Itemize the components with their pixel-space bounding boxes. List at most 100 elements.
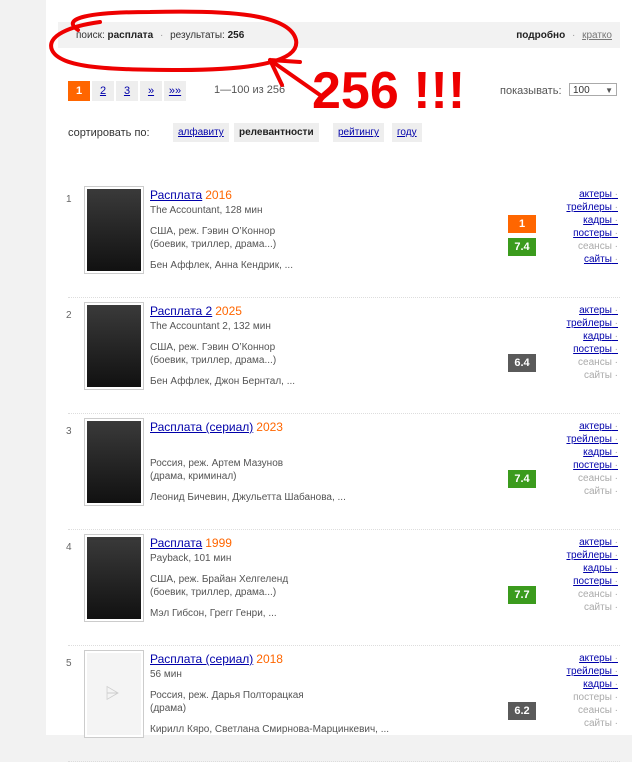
film-link-4: сеансы (566, 588, 618, 601)
film-links: актерытрейлерыкадрыпостерысеансысайты (566, 304, 618, 382)
film-original-title: The Accountant, 128 мин (150, 205, 263, 216)
film-links: актерытрейлерыкадрыпостерысеансысайты (566, 188, 618, 266)
show-count-select[interactable]: 100 ▼ (569, 83, 617, 96)
film-original-title: 56 мин (150, 669, 182, 680)
film-row: 5 ⩥ Расплата (сериал) 2018 56 мин Россия, реж… (46, 650, 632, 762)
sort-rating[interactable]: рейтингу (333, 123, 385, 142)
film-link-1[interactable]: трейлеры (566, 201, 618, 214)
placeholder-poster-icon: ⩥ (105, 683, 120, 703)
film-link-1[interactable]: трейлеры (566, 665, 618, 678)
film-country-director: США, реж. Гэвин О’Коннор (150, 342, 276, 353)
film-link-3[interactable]: постеры (566, 227, 618, 240)
film-year: 1999 (205, 536, 232, 550)
film-row: 1 Расплата 2016 The Accountant, 128 мин США,… (46, 186, 632, 298)
search-summary: поиск: расплата · результаты: 256 (76, 30, 245, 41)
film-year: 2018 (256, 652, 283, 666)
film-links: актерытрейлерыкадрыпостерысеансысайты (566, 652, 618, 730)
film-country-director: США, реж. Гэвин О’Коннор (150, 226, 276, 237)
film-number: 5 (66, 658, 72, 669)
film-country-director: США, реж. Брайан Хелгеленд (150, 574, 289, 585)
sort-relevance[interactable]: релевантности (234, 123, 319, 142)
sort-year[interactable]: году (392, 123, 422, 142)
film-link-3: постеры (566, 691, 618, 704)
film-poster[interactable] (84, 302, 144, 390)
film-year: 2025 (215, 304, 242, 318)
film-link-1[interactable]: трейлеры (566, 433, 618, 446)
view-full-option[interactable]: подробно (516, 30, 565, 41)
film-poster[interactable] (84, 418, 144, 506)
view-short-link[interactable]: кратко (582, 30, 612, 41)
film-link-3[interactable]: постеры (566, 343, 618, 356)
film-link-0[interactable]: актеры (566, 420, 618, 433)
film-country-director: Россия, реж. Артем Мазунов (150, 458, 284, 469)
film-title-link[interactable]: Расплата (сериал) (150, 420, 253, 434)
film-rating-badge: 7.7 (508, 586, 536, 604)
film-link-2[interactable]: кадры (566, 562, 618, 575)
search-results-page: поиск: расплата · результаты: 256 подроб… (46, 0, 632, 762)
next-page-link[interactable]: » (140, 81, 162, 101)
film-title-link[interactable]: Расплата (150, 536, 202, 550)
sort-alphabet[interactable]: алфавиту (173, 123, 229, 142)
film-links: актерытрейлерыкадрыпостерысеансысайты (566, 420, 618, 498)
film-row: 3 Расплата (сериал) 2023 Россия, реж. Артем… (46, 418, 632, 530)
film-actors: Бен Аффлек, Джон Бернтал, ... (150, 376, 296, 387)
film-genres: (драма) (150, 703, 187, 714)
film-title-link[interactable]: Расплата (150, 188, 202, 202)
film-genres: (драма, криминал) (150, 471, 237, 482)
film-genres: (боевик, триллер, драма...) (150, 355, 277, 366)
film-link-4: сеансы (566, 356, 618, 369)
page-3[interactable]: 3 (116, 81, 138, 101)
view-toggle: подробно · кратко (516, 30, 612, 41)
film-actors: Кирилл Кяро, Светлана Смирнова-Марцинкев… (150, 724, 390, 735)
film-link-4: сеансы (566, 472, 618, 485)
film-poster[interactable] (84, 534, 144, 622)
film-link-5: сайты (566, 717, 618, 730)
film-rating-badge: 7.4 (508, 470, 536, 488)
film-link-0[interactable]: актеры (566, 188, 618, 201)
film-actors: Мэл Гибсон, Грегг Генри, ... (150, 608, 277, 619)
film-actors: Бен Аффлек, Анна Кендрик, ... (150, 260, 293, 271)
film-title-link[interactable]: Расплата 2 (150, 304, 212, 318)
film-rating-badge: 6.4 (508, 354, 536, 372)
film-link-0[interactable]: актеры (566, 304, 618, 317)
film-link-1[interactable]: трейлеры (566, 317, 618, 330)
film-poster[interactable]: ⩥ (84, 650, 144, 738)
film-link-5[interactable]: сайты (566, 253, 618, 266)
film-original-title: Payback, 101 мин (150, 553, 232, 564)
film-number: 1 (66, 194, 72, 205)
page-1[interactable]: 1 (68, 81, 90, 101)
film-link-5: сайты (566, 485, 618, 498)
film-rating-badge: 6.2 (508, 702, 536, 720)
film-original-title: The Accountant 2, 132 мин (150, 321, 271, 332)
film-link-0[interactable]: актеры (566, 652, 618, 665)
results-count: 256 (227, 30, 245, 41)
film-link-3[interactable]: постеры (566, 459, 618, 472)
film-link-2[interactable]: кадры (566, 214, 618, 227)
film-poster[interactable] (84, 186, 144, 274)
results-range: 1—100 из 256 (214, 84, 286, 96)
film-link-0[interactable]: актеры (566, 536, 618, 549)
film-link-2[interactable]: кадры (566, 678, 618, 691)
film-link-3[interactable]: постеры (566, 575, 618, 588)
film-title-link[interactable]: Расплата (сериал) (150, 652, 253, 666)
page-2[interactable]: 2 (92, 81, 114, 101)
film-link-2[interactable]: кадры (566, 330, 618, 343)
film-link-5: сайты (566, 369, 618, 382)
film-year: 2016 (205, 188, 232, 202)
sort-label: сортировать по: (68, 127, 150, 139)
film-link-2[interactable]: кадры (566, 446, 618, 459)
film-number: 3 (66, 426, 72, 437)
film-links: актерытрейлерыкадрыпостерысеансысайты (566, 536, 618, 614)
film-row: 4 Расплата 1999 Payback, 101 мин США, реж. Б… (46, 534, 632, 646)
film-link-1[interactable]: трейлеры (566, 549, 618, 562)
film-link-5: сайты (566, 601, 618, 614)
film-rating-badge: 7.4 (508, 238, 536, 256)
chevron-down-icon: ▼ (605, 86, 613, 95)
last-page-link[interactable]: »» (164, 81, 186, 101)
user-rating-badge: 1 (508, 215, 536, 233)
film-genres: (боевик, триллер, драма...) (150, 587, 277, 598)
film-genres: (боевик, триллер, драма...) (150, 239, 277, 250)
film-number: 4 (66, 542, 72, 553)
film-number: 2 (66, 310, 72, 321)
film-year: 2023 (256, 420, 283, 434)
